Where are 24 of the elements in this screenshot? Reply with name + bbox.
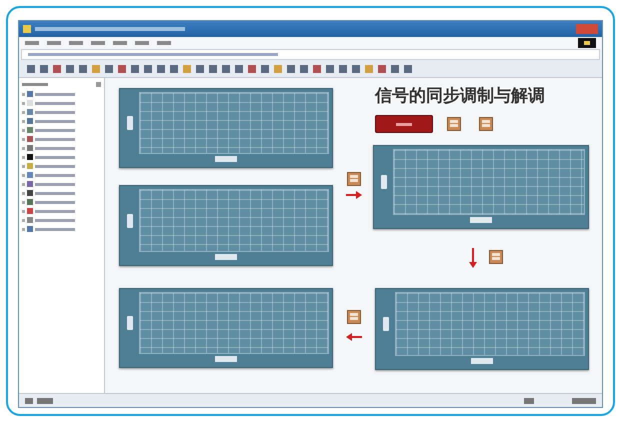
axis-scale-icon — [127, 316, 133, 330]
app-icon — [23, 25, 31, 33]
graph-palette-icon — [471, 358, 493, 364]
axis-scale-icon — [381, 175, 387, 189]
logo-icon — [578, 38, 596, 48]
down-arrow-icon — [469, 248, 477, 268]
vi-icon[interactable] — [489, 250, 503, 264]
pin-icon[interactable] — [96, 82, 101, 86]
vi-icon[interactable] — [447, 117, 461, 131]
graph-palette-icon — [215, 356, 237, 362]
path-field[interactable] — [21, 49, 600, 60]
axis-scale-icon — [127, 116, 133, 130]
vi-icon[interactable] — [479, 117, 493, 131]
panel-title: 信号的同步调制与解调 — [375, 85, 545, 108]
graph-palette-icon — [470, 217, 492, 223]
left-arrow-icon — [346, 333, 362, 341]
vi-icon[interactable] — [347, 172, 361, 186]
run-button[interactable] — [375, 115, 433, 133]
vi-icon[interactable] — [347, 310, 361, 324]
right-arrow-icon — [346, 191, 362, 199]
axis-scale-icon — [127, 214, 133, 228]
graph-palette-icon — [215, 156, 237, 162]
graph-palette-icon — [215, 254, 237, 260]
axis-scale-icon — [383, 317, 389, 331]
